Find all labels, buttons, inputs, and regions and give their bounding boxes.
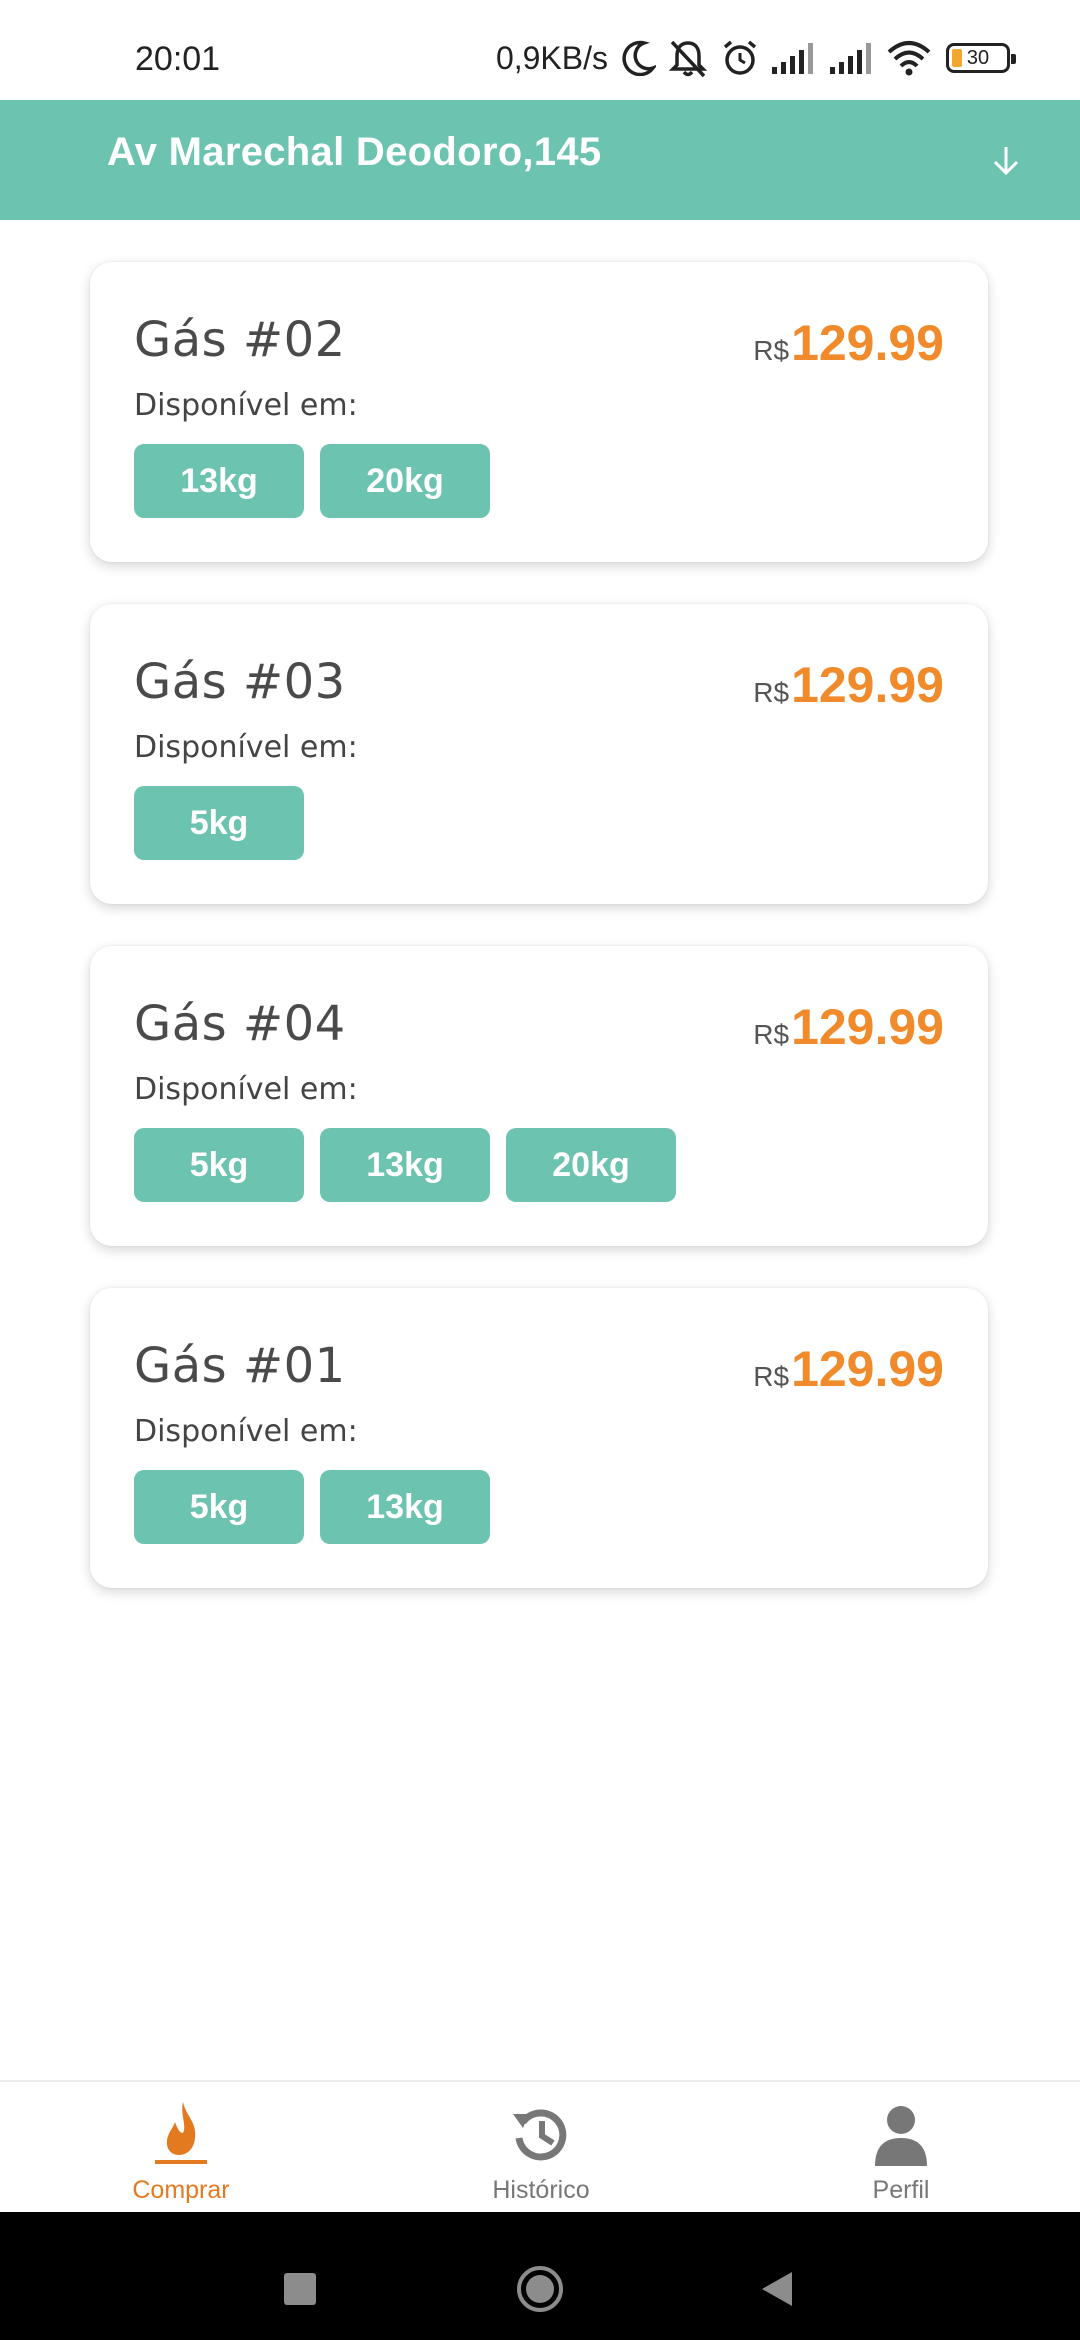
price-value: 129.99 (791, 999, 944, 1055)
address-title: Av Marechal Deodoro,145 (107, 130, 602, 174)
nav-item-perfil[interactable]: Perfil (791, 2100, 1011, 2210)
muted-bell-icon (668, 40, 708, 78)
available-label: Disponível em: (134, 1072, 358, 1107)
size-chip-20kg[interactable]: 20kg (320, 444, 490, 518)
nav-item-comprar[interactable]: Comprar (71, 2100, 291, 2210)
currency-label: R$ (753, 1361, 790, 1392)
signal-icon (772, 43, 813, 74)
status-icons: 0,9KB/s 30 (495, 36, 1016, 80)
nav-item-historico[interactable]: Histórico (431, 2100, 651, 2210)
size-chip-5kg[interactable]: 5kg (134, 1128, 304, 1202)
alarm-icon (723, 40, 757, 75)
currency-label: R$ (753, 677, 790, 708)
battery-level: 30 (966, 46, 990, 69)
recents-button[interactable] (284, 2273, 316, 2305)
size-options: 13kg 20kg (134, 444, 490, 518)
size-chip-13kg[interactable]: 13kg (320, 1128, 490, 1202)
network-speed: 0,9KB/s (495, 39, 608, 76)
product-price: R$ 129.99 (753, 656, 944, 714)
system-navigation-bar (0, 2212, 1080, 2340)
product-card[interactable]: Gás #01 R$ 129.99 Disponível em: 5kg 13k… (90, 1288, 988, 1588)
arrow-down-icon[interactable] (980, 134, 1032, 186)
product-name: Gás #03 (134, 654, 346, 710)
size-chip-13kg[interactable]: 13kg (134, 444, 304, 518)
signal-icon-2 (830, 43, 871, 74)
address-header[interactable]: Av Marechal Deodoro,145 (0, 100, 1080, 220)
product-name: Gás #02 (134, 312, 346, 368)
size-chip-13kg[interactable]: 13kg (320, 1470, 490, 1544)
battery-icon: 30 (946, 43, 1016, 73)
bottom-navigation: Comprar Histórico Perfil (0, 2080, 1080, 2212)
price-value: 129.99 (791, 1341, 944, 1397)
size-options: 5kg 13kg (134, 1470, 490, 1544)
size-chip-5kg[interactable]: 5kg (134, 1470, 304, 1544)
product-price: R$ 129.99 (753, 1340, 944, 1398)
product-card[interactable]: Gás #03 R$ 129.99 Disponível em: 5kg (90, 604, 988, 904)
product-list: Gás #02 R$ 129.99 Disponível em: 13kg 20… (90, 262, 988, 1630)
price-value: 129.99 (791, 315, 944, 371)
size-options: 5kg 13kg 20kg (134, 1128, 676, 1202)
currency-label: R$ (753, 1019, 790, 1050)
available-label: Disponível em: (134, 1414, 358, 1449)
nav-label: Histórico (492, 2176, 590, 2204)
size-chip-20kg[interactable]: 20kg (506, 1128, 676, 1202)
person-icon (873, 2100, 929, 2166)
status-time: 20:01 (135, 40, 221, 78)
product-price: R$ 129.99 (753, 998, 944, 1056)
nav-label: Comprar (132, 2176, 230, 2204)
size-chip-5kg[interactable]: 5kg (134, 786, 304, 860)
price-value: 129.99 (791, 657, 944, 713)
product-name: Gás #01 (134, 1338, 346, 1394)
product-card[interactable]: Gás #02 R$ 129.99 Disponível em: 13kg 20… (90, 262, 988, 562)
currency-label: R$ (753, 335, 790, 366)
product-card[interactable]: Gás #04 R$ 129.99 Disponível em: 5kg 13k… (90, 946, 988, 1246)
moon-icon (622, 40, 656, 76)
status-bar: 20:01 0,9KB/s 30 (0, 0, 1080, 100)
size-options: 5kg (134, 786, 304, 860)
available-label: Disponível em: (134, 388, 358, 423)
flame-icon (153, 2100, 209, 2166)
back-button[interactable] (760, 2270, 794, 2313)
nav-label: Perfil (872, 2176, 930, 2204)
home-button[interactable] (515, 2264, 565, 2319)
product-name: Gás #04 (134, 996, 346, 1052)
product-price: R$ 129.99 (753, 314, 944, 372)
available-label: Disponível em: (134, 730, 358, 765)
history-icon (509, 2100, 573, 2166)
wifi-icon (887, 41, 931, 76)
